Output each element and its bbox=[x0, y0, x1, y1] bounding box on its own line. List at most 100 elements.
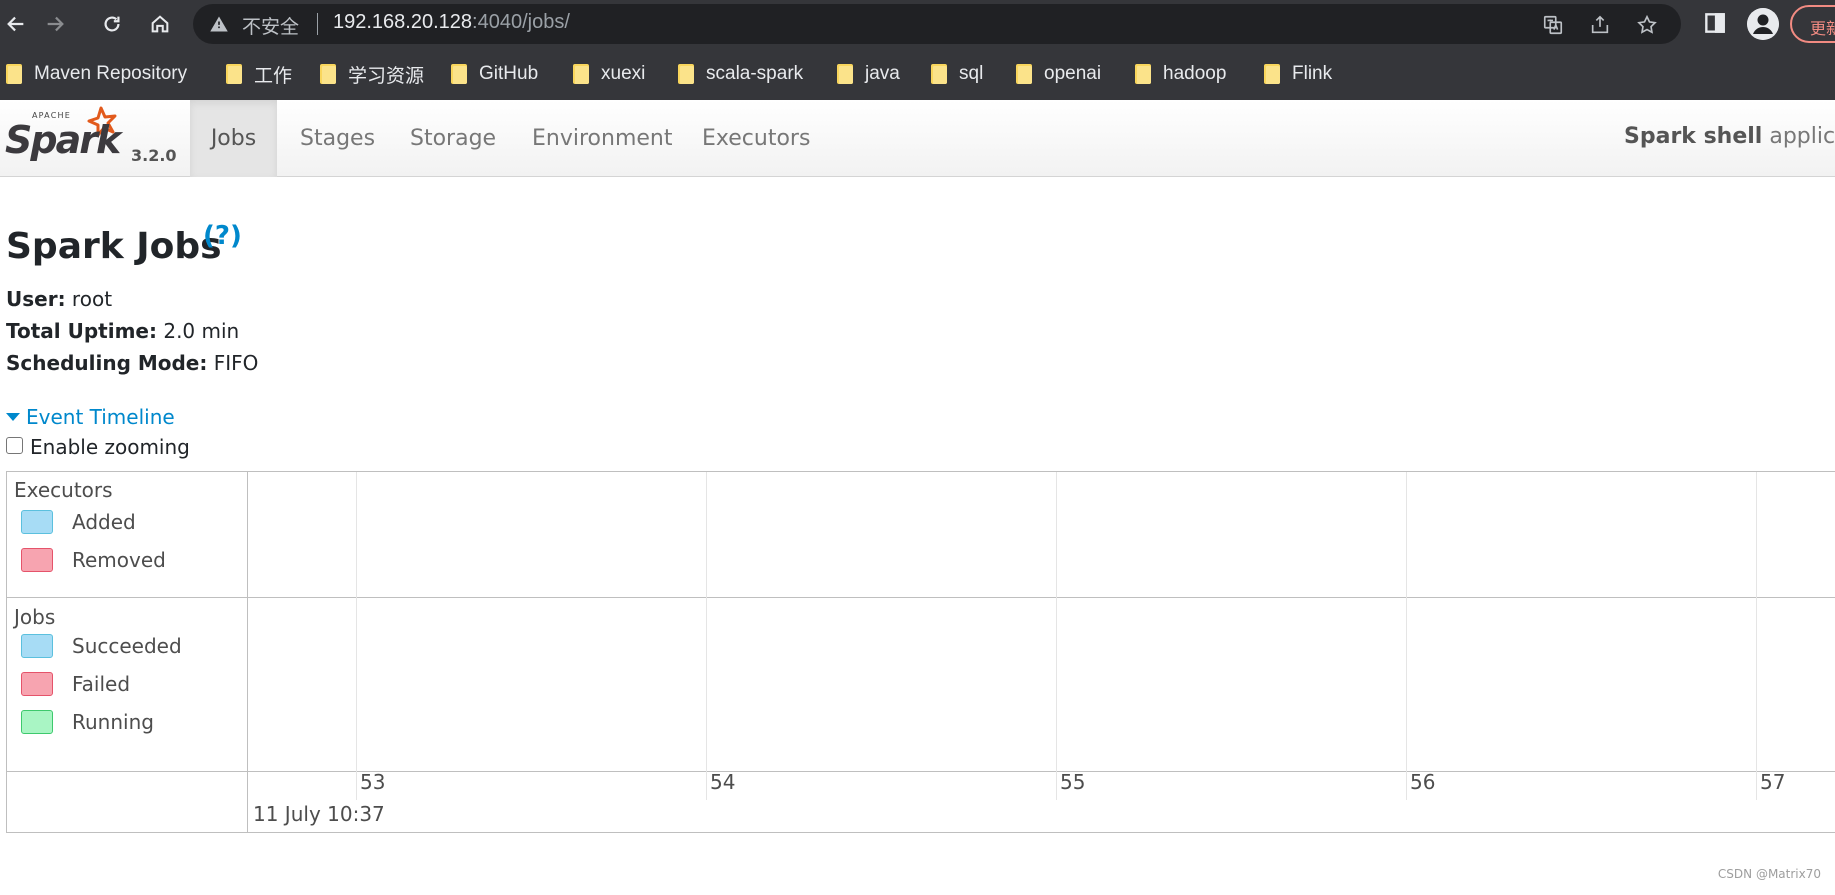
legend-swatch bbox=[21, 672, 53, 696]
url-path: :4040/jobs/ bbox=[472, 11, 570, 33]
folder-icon bbox=[6, 64, 22, 84]
bookmark-item[interactable]: scala-spark bbox=[678, 60, 803, 88]
folder-icon bbox=[678, 64, 694, 84]
legend-swatch bbox=[21, 510, 53, 534]
user-label: User: bbox=[6, 287, 66, 311]
user-value: root bbox=[65, 287, 113, 311]
page-title: Spark Jobs bbox=[6, 226, 222, 267]
bookmark-item[interactable]: openai bbox=[1016, 60, 1101, 88]
timeline-tick-label: 54 bbox=[710, 770, 736, 794]
enable-zooming-checkbox[interactable] bbox=[6, 437, 23, 454]
browser-chrome: 不安全 192.168.20.128:4040/jobs/ 更新 Maven R… bbox=[0, 0, 1835, 100]
bookmark-item[interactable]: 工作 bbox=[226, 60, 292, 88]
enable-zooming-row: Enable zooming bbox=[6, 435, 190, 459]
event-timeline-label: Event Timeline bbox=[26, 405, 175, 429]
bookmark-label: scala-spark bbox=[706, 63, 804, 84]
help-link[interactable]: (?) bbox=[203, 221, 242, 251]
app-name-rest: application UI bbox=[1769, 124, 1835, 149]
legend-label: Added bbox=[72, 510, 136, 534]
event-timeline: Executors Added Removed Jobs Succeeded Fai… bbox=[6, 471, 1835, 833]
legend-swatch bbox=[21, 548, 53, 572]
forward-button[interactable] bbox=[35, 4, 75, 44]
star-icon[interactable] bbox=[1636, 14, 1658, 36]
legend-label: Running bbox=[72, 710, 154, 734]
mode-label: Scheduling Mode: bbox=[6, 351, 208, 375]
folder-icon bbox=[226, 64, 242, 84]
person-icon bbox=[1747, 8, 1779, 40]
bookmark-label: Flink bbox=[1292, 63, 1333, 84]
profile-avatar[interactable] bbox=[1747, 8, 1779, 40]
back-button[interactable] bbox=[0, 4, 36, 44]
update-button[interactable]: 更新 bbox=[1790, 5, 1835, 43]
spark-brand[interactable]: APACHE Spark 3.2.0 bbox=[4, 104, 184, 174]
spark-version: 3.2.0 bbox=[131, 146, 177, 165]
bookmark-item[interactable]: Flink bbox=[1264, 60, 1332, 88]
page-content: Spark Jobs (?) User: root Total Uptime: … bbox=[0, 177, 1835, 895]
insecure-label[interactable]: 不安全 bbox=[242, 12, 299, 39]
legend-swatch bbox=[21, 710, 53, 734]
scheduling-mode-info: Scheduling Mode: FIFO bbox=[6, 351, 258, 375]
timeline-major-label: 11 July 10:37 bbox=[253, 802, 385, 826]
timeline-tick-label: 57 bbox=[1760, 770, 1786, 794]
timeline-tick-label: 56 bbox=[1410, 770, 1436, 794]
timeline-tick-mark bbox=[1056, 770, 1057, 800]
bookmark-item[interactable]: 学习资源 bbox=[320, 60, 424, 88]
home-icon bbox=[151, 15, 169, 33]
tab-stages[interactable]: Stages bbox=[300, 100, 375, 177]
legend-label: Failed bbox=[72, 672, 131, 696]
bookmark-label: 工作 bbox=[254, 65, 293, 87]
spark-navbar: APACHE Spark 3.2.0 Jobs Stages Storage E… bbox=[0, 100, 1835, 177]
tab-executors[interactable]: Executors bbox=[702, 100, 810, 177]
address-bar[interactable]: 不安全 192.168.20.128:4040/jobs/ bbox=[193, 4, 1681, 44]
bookmark-item[interactable]: sql bbox=[931, 60, 983, 88]
share-icon[interactable] bbox=[1589, 14, 1611, 36]
timeline-tick-label: 55 bbox=[1060, 770, 1086, 794]
bookmark-item[interactable]: GitHub bbox=[451, 60, 538, 88]
jobs-group: Jobs Succeeded Failed Running bbox=[7, 598, 248, 772]
bookmark-label: xuexi bbox=[601, 63, 646, 84]
folder-icon bbox=[451, 64, 467, 84]
bookmark-item[interactable]: xuexi bbox=[573, 60, 645, 88]
bookmark-item[interactable]: Maven Repository bbox=[6, 60, 187, 88]
caret-down-icon bbox=[6, 413, 20, 421]
tab-storage[interactable]: Storage bbox=[410, 100, 496, 177]
timeline-gridline bbox=[1756, 472, 1757, 772]
folder-icon bbox=[1264, 64, 1280, 84]
bookmark-label: openai bbox=[1044, 63, 1102, 84]
folder-icon bbox=[1135, 64, 1151, 84]
timeline-plot-area[interactable]: 53 54 55 56 57 bbox=[248, 472, 1835, 833]
url-text[interactable]: 192.168.20.128:4040/jobs/ bbox=[333, 11, 570, 34]
reload-button[interactable] bbox=[92, 4, 132, 44]
bookmark-item[interactable]: hadoop bbox=[1135, 60, 1226, 88]
folder-icon bbox=[573, 64, 589, 84]
tab-jobs[interactable]: Jobs bbox=[190, 100, 277, 177]
user-info: User: root bbox=[6, 287, 112, 311]
reload-icon bbox=[104, 16, 120, 32]
folder-icon bbox=[931, 64, 947, 84]
side-panel-icon[interactable] bbox=[1702, 10, 1728, 36]
translate-icon[interactable] bbox=[1542, 14, 1564, 36]
jobs-group-title: Jobs bbox=[14, 605, 56, 629]
timeline-gridline bbox=[356, 472, 357, 772]
legend-label: Removed bbox=[72, 548, 166, 572]
timeline-tick-mark bbox=[1406, 770, 1407, 800]
watermark: CSDN @Matrix70 bbox=[1717, 867, 1821, 881]
event-timeline-toggle[interactable]: Event Timeline bbox=[6, 405, 175, 429]
mode-value: FIFO bbox=[207, 351, 259, 375]
arrow-right-icon bbox=[47, 16, 64, 32]
home-button[interactable] bbox=[140, 4, 180, 44]
legend-swatch bbox=[21, 634, 53, 658]
timeline-gridline bbox=[706, 472, 707, 772]
bookmark-label: hadoop bbox=[1163, 63, 1227, 84]
folder-icon bbox=[320, 64, 336, 84]
jobs-row bbox=[248, 598, 1835, 772]
bookmark-item[interactable]: java bbox=[837, 60, 900, 88]
legend-item: Failed bbox=[21, 672, 130, 696]
enable-zooming-label[interactable]: Enable zooming bbox=[30, 435, 190, 459]
browser-toolbar: 不安全 192.168.20.128:4040/jobs/ 更新 bbox=[0, 0, 1835, 48]
bookmark-label: 学习资源 bbox=[348, 65, 425, 87]
timeline-group-labels: Executors Added Removed Jobs Succeeded Fai… bbox=[7, 472, 248, 833]
tab-environment[interactable]: Environment bbox=[532, 100, 672, 177]
app-name: Spark shell application UI bbox=[1624, 124, 1835, 149]
uptime-value: 2.0 min bbox=[156, 319, 240, 343]
